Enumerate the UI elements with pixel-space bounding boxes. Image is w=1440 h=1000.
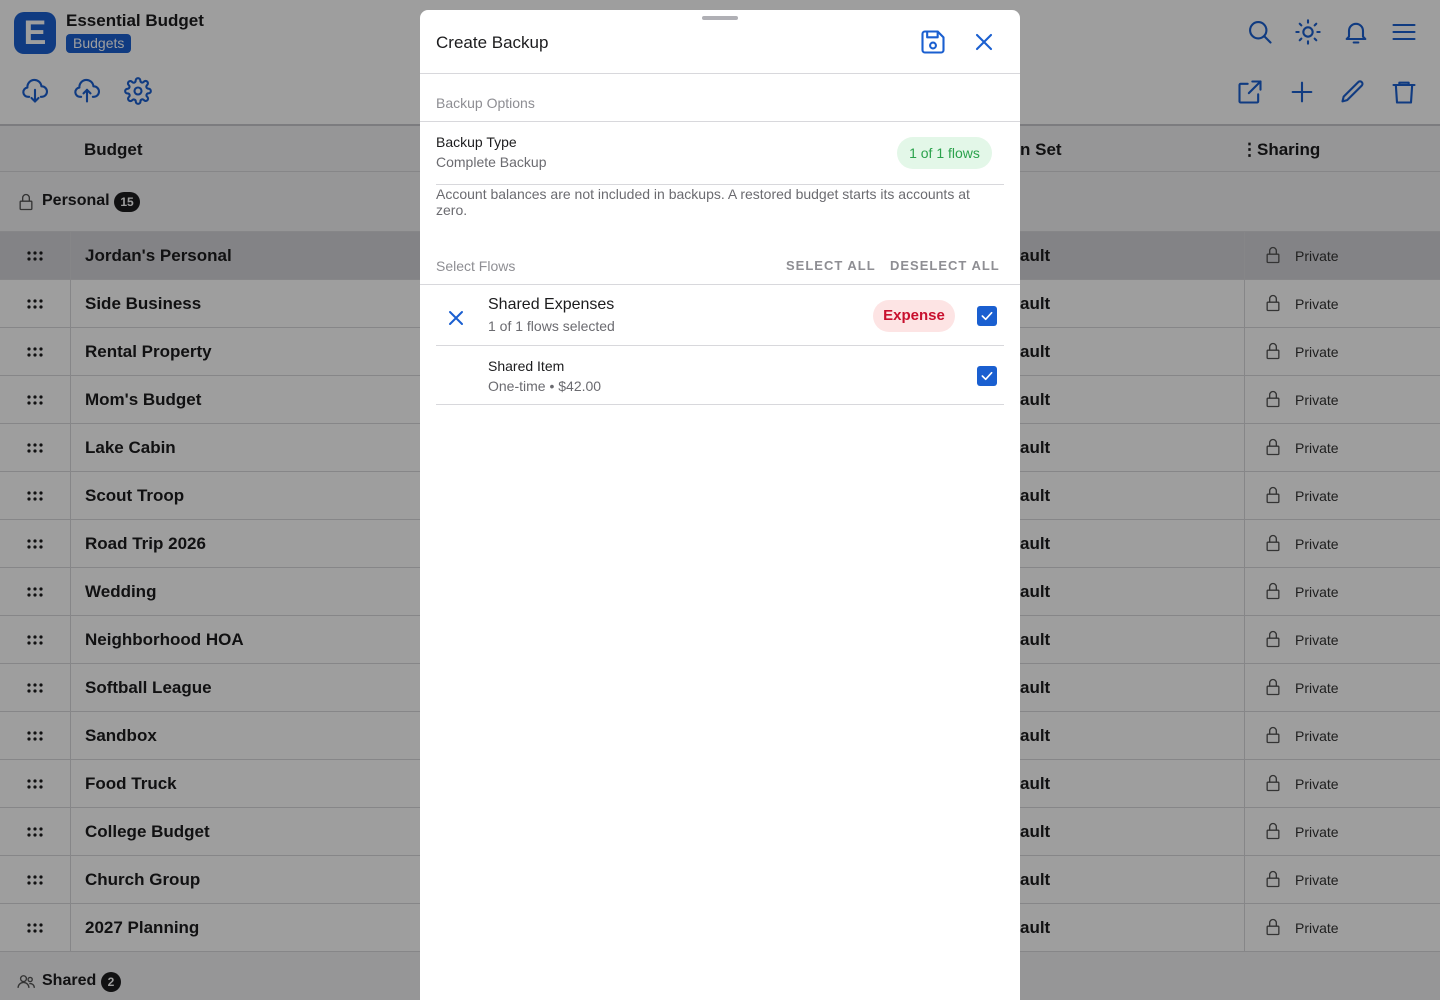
- checkmark-icon: [981, 311, 993, 321]
- sheet-title: Create Backup: [436, 33, 549, 52]
- expense-tag: Expense: [873, 300, 955, 332]
- flow-selected-count: 1 of 1 flows selected: [488, 318, 615, 334]
- divider: [420, 284, 1020, 285]
- save-button[interactable]: [917, 26, 949, 58]
- item-name: Shared Item: [488, 358, 565, 374]
- select-flows-label: Select Flows: [436, 258, 516, 274]
- backup-type-value[interactable]: Complete Backup: [436, 154, 547, 170]
- checkmark-icon: [981, 371, 993, 381]
- backup-note: Account balances are not included in bac…: [436, 186, 970, 218]
- divider: [420, 121, 1020, 122]
- close-button[interactable]: [968, 26, 1000, 58]
- create-backup-sheet: Create Backup Backup Options Backup Type…: [420, 10, 1020, 1000]
- save-icon: [921, 30, 945, 54]
- divider: [436, 184, 1004, 185]
- backup-type-title: Backup Type: [436, 134, 517, 150]
- divider: [436, 345, 1004, 346]
- divider: [436, 404, 1004, 405]
- close-icon: [449, 311, 463, 325]
- collapse-flow-button[interactable]: [444, 306, 468, 330]
- flows-count-badge: 1 of 1 flows: [897, 137, 992, 169]
- deselect-all-button[interactable]: DESELECT ALL: [890, 258, 1000, 273]
- backup-options-label: Backup Options: [436, 95, 535, 111]
- item-checkbox[interactable]: [977, 366, 997, 386]
- item-details: One-time • $42.00: [488, 378, 602, 394]
- flow-name: Shared Expenses: [488, 296, 615, 313]
- flow-checkbox[interactable]: [977, 306, 997, 326]
- select-all-button[interactable]: SELECT ALL: [786, 258, 876, 273]
- close-icon: [975, 33, 993, 51]
- sheet-header: Create Backup: [420, 10, 1020, 74]
